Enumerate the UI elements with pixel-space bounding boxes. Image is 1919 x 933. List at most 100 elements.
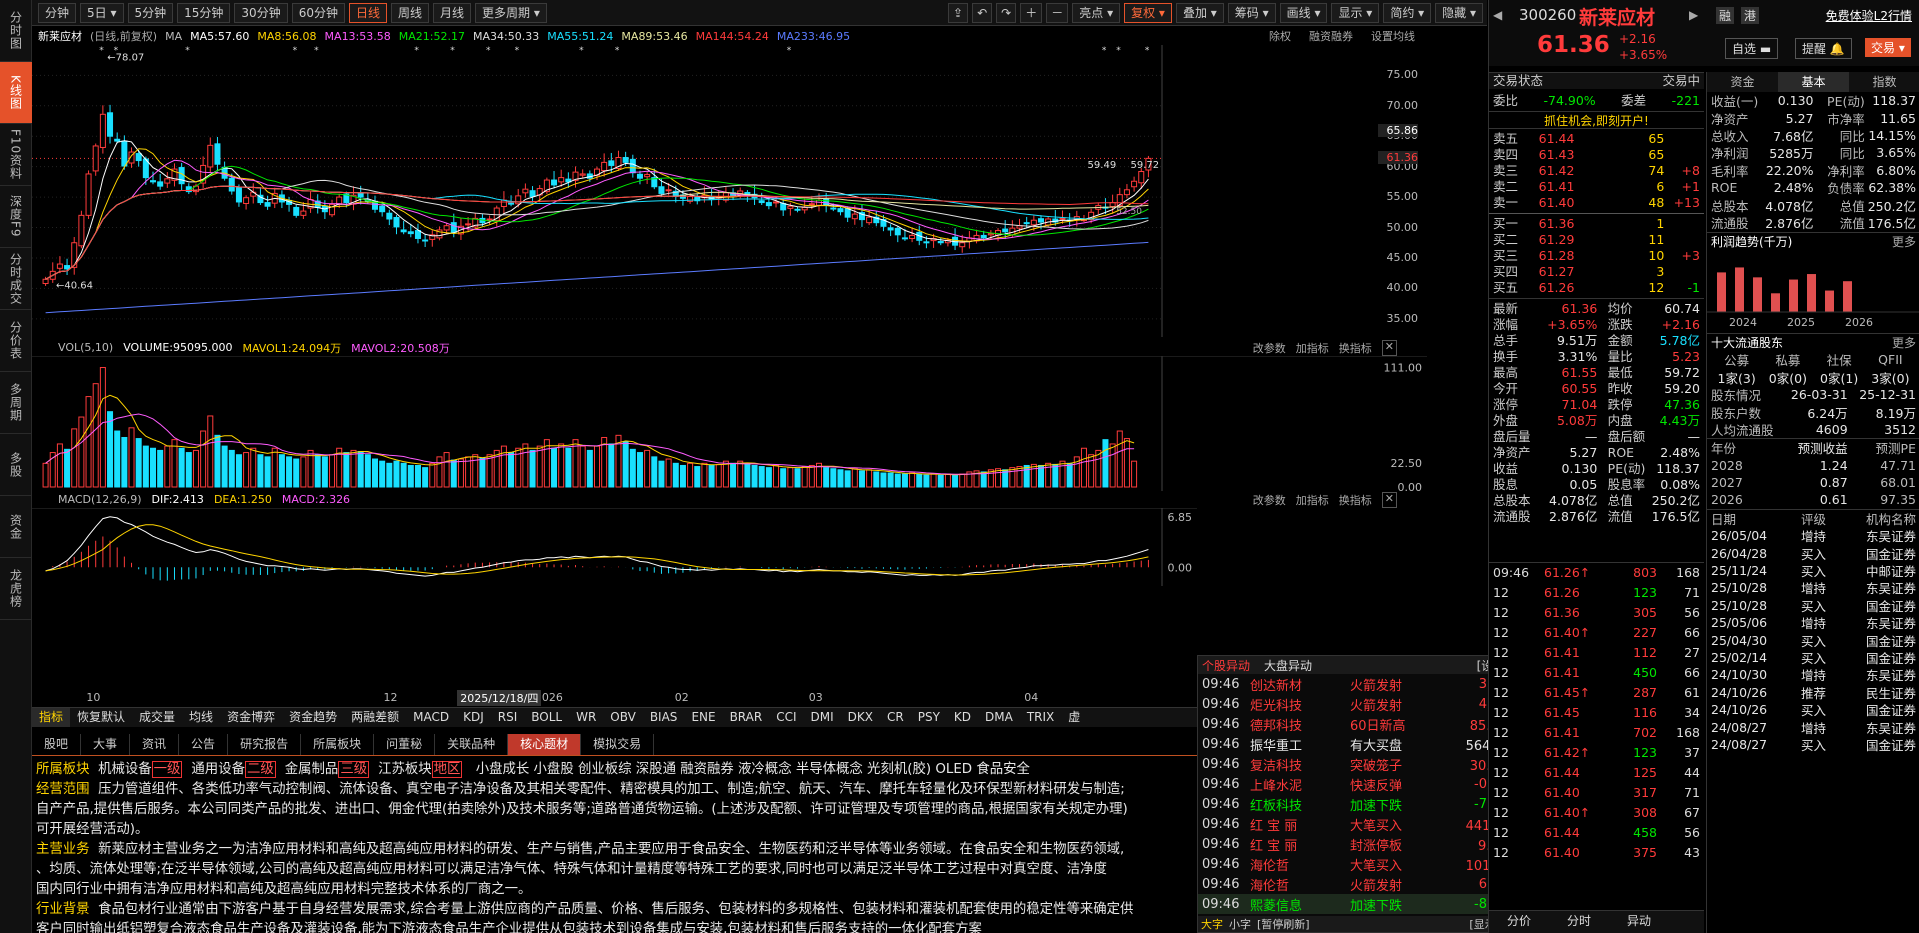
l2-trial-link[interactable]: 免费体验L2行情 — [1826, 7, 1912, 24]
indicator-tab-10[interactable]: BOLL — [524, 708, 569, 727]
tick-tab-1[interactable]: 分时 — [1549, 911, 1609, 933]
left-tab-3[interactable]: 深度F9 — [0, 186, 32, 248]
info-tab-4[interactable]: 研究报告 — [228, 734, 302, 755]
tool-3[interactable]: 筹码 ▾ — [1227, 2, 1276, 23]
indicator-tab-2[interactable]: 成交量 — [132, 708, 182, 727]
tool-icon-0[interactable]: ⇪ — [948, 2, 969, 23]
ma-action-1[interactable]: 融资融券 — [1309, 28, 1353, 44]
indicator-tab-13[interactable]: BIAS — [643, 708, 685, 727]
bid-row[interactable]: 买五 61.26 12 -1 — [1493, 280, 1700, 296]
ask-row[interactable]: 卖一 61.40 48 +13 — [1493, 195, 1700, 211]
period-0[interactable]: 分钟 — [38, 2, 77, 23]
period-5[interactable]: 60分钟 — [291, 2, 345, 23]
left-tab-8[interactable]: 资金 — [0, 496, 32, 558]
indicator-tab-21[interactable]: KD — [947, 708, 978, 727]
close-icon[interactable]: ✕ — [1381, 339, 1397, 356]
indicator-tab-17[interactable]: DMI — [804, 708, 841, 727]
trade-button[interactable]: 交易 ▾ — [1865, 38, 1911, 57]
indicator-tab-5[interactable]: 资金趋势 — [282, 708, 344, 727]
alert-row[interactable]: 09:46创达新材火箭发射3.75% — [1198, 674, 1526, 694]
tool-icon-4[interactable]: － — [1046, 2, 1069, 23]
period-3[interactable]: 15分钟 — [177, 2, 231, 23]
period-9[interactable]: 更多周期 ▾ — [475, 2, 547, 23]
indicator-tab-16[interactable]: CCI — [769, 708, 803, 727]
vol-action-0[interactable]: 改参数 — [1253, 340, 1286, 356]
tool-icon-3[interactable]: ＋ — [1020, 2, 1043, 23]
indicator-tab-3[interactable]: 均线 — [182, 708, 220, 727]
watchlist-button[interactable]: 自选 ▬ — [1725, 38, 1779, 59]
left-tab-6[interactable]: 多周期 — [0, 372, 32, 434]
tool-5[interactable]: 显示 ▾ — [1331, 2, 1380, 23]
info-tab-5[interactable]: 所属板块 — [301, 734, 375, 755]
info-tab-8[interactable]: 核心题材 — [508, 734, 582, 755]
tool-icon-1[interactable]: ↶ — [972, 2, 993, 23]
indicator-tab-12[interactable]: OBV — [603, 708, 643, 727]
indicator-tab-23[interactable]: TRIX — [1020, 708, 1061, 727]
vol-action-1[interactable]: 加指标 — [1296, 340, 1329, 356]
pause-refresh-button[interactable]: [暂停刷新] — [1257, 916, 1310, 932]
tool-7[interactable]: 隐藏 ▾ — [1435, 2, 1483, 23]
period-7[interactable]: 周线 — [391, 2, 430, 23]
indicator-tab-11[interactable]: WR — [569, 708, 603, 727]
volume-chart[interactable]: 111.00 22.50 0.00 — [32, 356, 1427, 491]
tool-2[interactable]: 叠加 ▾ — [1175, 2, 1224, 23]
large-font-button[interactable]: 大字 — [1201, 916, 1223, 932]
indicator-tab-4[interactable]: 资金博弈 — [220, 708, 282, 727]
indicator-tab-6[interactable]: 两融差额 — [344, 708, 406, 727]
left-tab-4[interactable]: 分时成交 — [0, 248, 32, 310]
indicator-tab-20[interactable]: PSY — [911, 708, 947, 727]
indicator-tab-18[interactable]: DKX — [841, 708, 880, 727]
info-tab-9[interactable]: 模拟交易 — [581, 734, 655, 755]
alert-row[interactable]: 09:46红 宝 丽封涨停板9.39元 — [1198, 834, 1526, 854]
tool-6[interactable]: 简约 ▾ — [1383, 2, 1432, 23]
info-tab-6[interactable]: 问董秘 — [374, 734, 436, 755]
info-tab-7[interactable]: 关联品种 — [435, 734, 509, 755]
bid-row[interactable]: 买四 61.27 3 — [1493, 264, 1700, 280]
alert-row[interactable]: 09:46德邦科技60日新高85.55元 — [1198, 714, 1526, 734]
vol-action-2[interactable]: 换指标 — [1339, 340, 1372, 356]
close-icon[interactable]: ✕ — [1381, 491, 1397, 508]
alert-row[interactable]: 09:46海伦哲大笔买入10120手 — [1198, 854, 1526, 874]
open-account-promo[interactable]: 抓住机会,即刻开户! — [1489, 111, 1704, 129]
info-tab-3[interactable]: 公告 — [179, 734, 229, 755]
sector-tag-0[interactable]: 机械设备 一级 — [98, 761, 185, 778]
indicator-tab-7[interactable]: MACD — [406, 708, 456, 727]
ask-row[interactable]: 卖四 61.43 65 — [1493, 147, 1700, 163]
indicator-tab-8[interactable]: KDJ — [456, 708, 491, 727]
alert-row[interactable]: 09:46炬光科技火箭发射4.51% — [1198, 694, 1526, 714]
tab-market-alert[interactable]: 大盘异动 — [1264, 657, 1312, 674]
left-tab-7[interactable]: 多股 — [0, 434, 32, 496]
indicator-tab-15[interactable]: BRAR — [723, 708, 770, 727]
ask-row[interactable]: 卖五 61.44 65 — [1493, 131, 1700, 147]
holders-more-link[interactable]: 更多 — [1892, 334, 1916, 351]
tool-0[interactable]: 亮点 ▾ — [1072, 2, 1121, 23]
period-6[interactable]: 日线 — [348, 2, 387, 23]
period-2[interactable]: 5分钟 — [127, 2, 174, 23]
ask-row[interactable]: 卖二 61.41 6 +1 — [1493, 179, 1700, 195]
tick-tab-0[interactable]: 分价 — [1489, 911, 1549, 933]
alert-row[interactable]: 09:46复洁科技突破笼子30.17元 — [1198, 754, 1526, 774]
indicator-tab-22[interactable]: DMA — [978, 708, 1020, 727]
tick-tab-2[interactable]: 异动 — [1609, 911, 1669, 933]
period-1[interactable]: 5日 ▾ — [80, 2, 124, 23]
prev-stock-icon[interactable]: ◀ — [1493, 8, 1502, 22]
alert-row[interactable]: 09:46振华重工有大买盘56499手 — [1198, 734, 1526, 754]
indicator-tab-9[interactable]: RSI — [491, 708, 525, 727]
fund-tab-1[interactable]: 基本 — [1778, 72, 1849, 92]
next-stock-icon[interactable]: ▶ — [1689, 8, 1698, 22]
period-8[interactable]: 月线 — [433, 2, 472, 23]
sector-tag-1[interactable]: 通用设备 二级 — [191, 761, 278, 778]
period-4[interactable]: 30分钟 — [234, 2, 288, 23]
sector-tag-3[interactable]: 江苏板块 地区 — [378, 761, 465, 778]
indicator-tab-14[interactable]: ENE — [684, 708, 722, 727]
alert-button[interactable]: 提醒 🔔 — [1795, 38, 1852, 59]
left-tab-2[interactable]: F10资料 — [0, 124, 32, 186]
tool-1[interactable]: 复权 ▾ — [1124, 2, 1172, 23]
indicator-tab-1[interactable]: 恢复默认 — [70, 708, 132, 727]
margin-badge[interactable]: 融 — [1716, 7, 1735, 24]
info-tab-2[interactable]: 资讯 — [130, 734, 180, 755]
ma-action-2[interactable]: 设置均线 — [1371, 28, 1415, 44]
ask-row[interactable]: 卖三 61.42 74 +8 — [1493, 163, 1700, 179]
macd-action-0[interactable]: 改参数 — [1253, 492, 1286, 508]
tool-4[interactable]: 画线 ▾ — [1279, 2, 1328, 23]
